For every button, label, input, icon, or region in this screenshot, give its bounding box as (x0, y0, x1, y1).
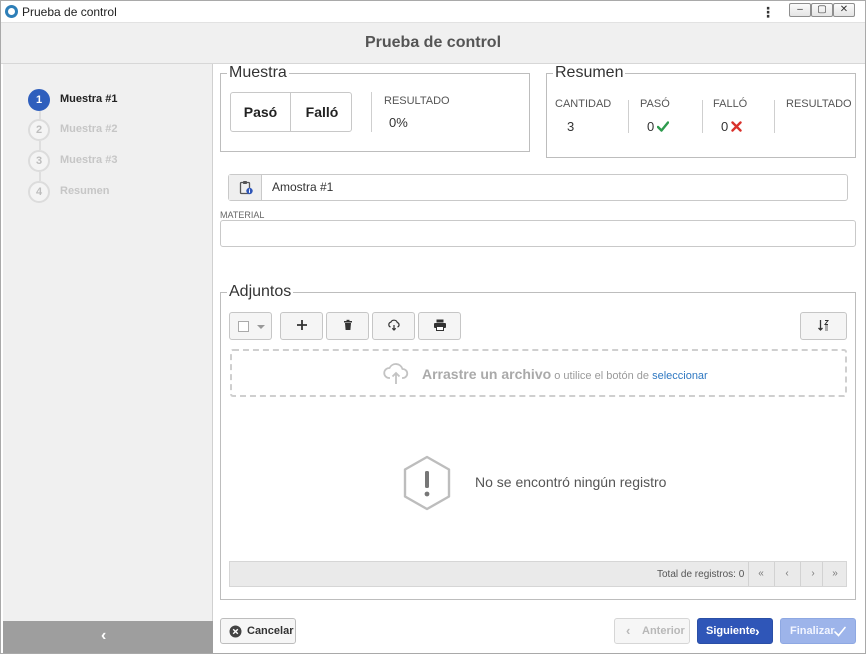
page-header: Prueba de control (1, 23, 865, 64)
adjuntos-legend: Adjuntos (227, 283, 294, 301)
cloud-icon (387, 319, 400, 331)
resumen-panel: Resumen CANTIDAD 3 PASÓ 0 FALLÓ 0 RESULT… (546, 64, 856, 158)
fallo-caption: FALLÓ (713, 98, 748, 110)
title-bar: Prueba de control ⋮ – ▢ ✕ (1, 1, 865, 23)
app-icon (5, 5, 18, 18)
step-label: Muestra #1 (60, 93, 118, 105)
trash-icon (343, 319, 352, 330)
cancel-icon (229, 625, 242, 638)
chevron-left-icon: ‹ (101, 627, 107, 644)
divider (628, 100, 629, 133)
step-label: Muestra #3 (60, 154, 118, 166)
chevron-left-icon: ‹ (626, 623, 631, 638)
step-connector (39, 141, 41, 150)
print-button[interactable] (418, 312, 461, 340)
fail-button[interactable]: Falló (292, 93, 352, 131)
step-number: 1 (28, 89, 50, 111)
resumen-legend: Resumen (553, 64, 626, 82)
muestra-panel: Muestra Pasó Falló RESULTADO 0% (220, 64, 530, 152)
warning-hexagon-icon (403, 455, 451, 511)
first-page-button[interactable]: « (748, 562, 773, 586)
pass-fail-toggle: Pasó Falló (230, 92, 352, 132)
print-icon (433, 319, 446, 331)
x-mark-icon (731, 121, 742, 132)
sidebar-collapse-button[interactable]: ‹ (3, 621, 213, 653)
page-title: Prueba de control (364, 34, 502, 51)
material-label: MATERIAL (220, 210, 265, 220)
chevron-right-icon: › (755, 623, 760, 639)
divider (702, 100, 703, 133)
previous-label: Anterior (642, 625, 685, 637)
select-file-link[interactable]: seleccionar (652, 370, 708, 382)
finish-label: Finalizar (790, 625, 835, 637)
divider (371, 92, 372, 132)
finish-button[interactable]: Finalizar (780, 618, 856, 644)
file-dropzone[interactable]: Arrastre un archivo o utilice el botón d… (230, 349, 847, 397)
sample-name-field (228, 174, 848, 201)
prev-page-button[interactable]: ‹ (774, 562, 799, 586)
minimize-button[interactable]: – (789, 3, 811, 17)
step-label: Muestra #2 (60, 123, 118, 135)
divider (774, 100, 775, 133)
cancel-label: Cancelar (247, 625, 294, 637)
result-value: 0% (389, 115, 408, 130)
check-icon (657, 121, 669, 132)
result-caption: RESULTADO (384, 95, 450, 107)
paso-caption: PASÓ (640, 98, 670, 110)
next-button[interactable]: Siguiente › (697, 618, 773, 644)
plus-icon (296, 320, 307, 330)
next-label: Siguiente (706, 625, 756, 637)
muestra-legend: Muestra (227, 64, 289, 82)
window-title: Prueba de control (22, 5, 117, 19)
paso-value: 0 (647, 119, 655, 134)
app-window: Prueba de control ⋮ – ▢ ✕ Prueba de cont… (0, 0, 866, 654)
maximize-button[interactable]: ▢ (811, 3, 833, 17)
pass-button[interactable]: Pasó (231, 93, 291, 131)
step-number: 2 (28, 119, 50, 141)
step-connector (39, 172, 41, 181)
check-icon (834, 626, 846, 637)
sort-button[interactable] (800, 312, 847, 340)
material-input[interactable] (220, 220, 856, 247)
dropzone-strong: Arrastre un archivo (422, 366, 552, 382)
cloud-button[interactable] (372, 312, 415, 340)
cantidad-value: 3 (567, 119, 575, 134)
close-button[interactable]: ✕ (833, 3, 855, 17)
wizard-sidebar: 1 Muestra #1 2 Muestra #2 3 Muestra #3 4… (3, 64, 213, 621)
step-label: Resumen (60, 185, 110, 197)
step-number: 4 (28, 181, 50, 203)
delete-button[interactable] (326, 312, 369, 340)
step-number: 3 (28, 150, 50, 172)
select-all-dropdown[interactable] (229, 312, 272, 340)
add-button[interactable] (280, 312, 323, 340)
resultado-caption: RESULTADO (786, 98, 852, 110)
fallo-value: 0 (721, 119, 729, 134)
total-records: Total de registros: 0 (657, 569, 745, 580)
list-footer: Total de registros: 0 « ‹ › » (229, 561, 847, 587)
cantidad-caption: CANTIDAD (555, 98, 612, 110)
last-page-button[interactable]: » (822, 562, 847, 586)
dropzone-text: Arrastre un archivo o utilice el botón d… (422, 366, 708, 382)
sort-icon (817, 320, 829, 331)
dropzone-middle: o utilice el botón de (551, 370, 653, 382)
clipboard-info-icon[interactable] (229, 175, 262, 200)
previous-button[interactable]: ‹ Anterior (614, 618, 690, 644)
empty-message: No se encontró ningún registro (475, 474, 667, 490)
cancel-button[interactable]: Cancelar (220, 618, 296, 644)
kebab-menu-icon[interactable]: ⋮ (761, 4, 775, 20)
cloud-upload-icon (383, 363, 409, 384)
sample-name-input[interactable] (272, 175, 832, 200)
